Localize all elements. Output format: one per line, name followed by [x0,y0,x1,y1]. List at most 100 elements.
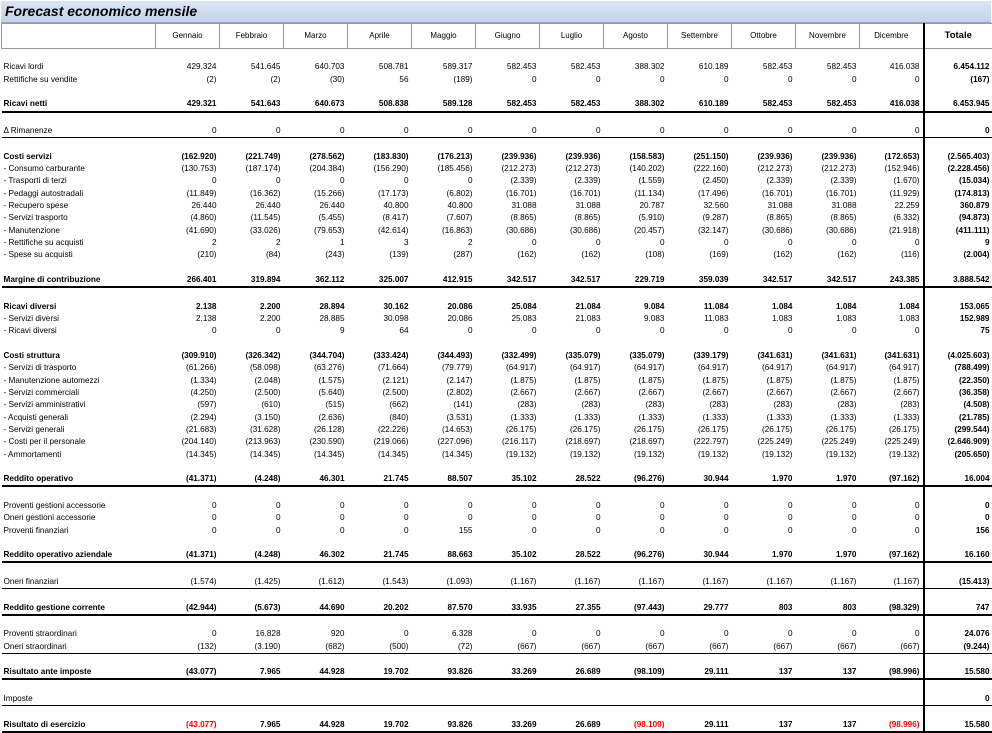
value-cell: (16.701) [540,188,604,200]
total-cell: (174.813) [924,188,992,200]
value-cell: 803 [796,601,860,614]
empty-cell [348,562,412,575]
value-cell: (222.797) [668,436,732,448]
value-cell: 33.269 [476,718,540,731]
empty-cell [476,287,540,300]
row-label: - Ricavi diversi [2,325,156,337]
value-cell: 1.083 [796,313,860,325]
row-label: Costi struttura [2,350,156,362]
total-cell: (4.025.603) [924,350,992,362]
value-cell: 19.702 [348,718,412,731]
value-cell: 35.102 [476,549,540,562]
value-cell: (31.628) [220,424,284,436]
empty-cell [476,486,540,499]
total-cell: 152.989 [924,313,992,325]
table-row: Reddito gestione corrente(42.944)(5.673)… [2,601,992,614]
empty-cell [604,338,668,350]
value-cell: 0 [412,512,476,524]
value-cell [668,693,732,706]
total-cell: (22.350) [924,375,992,387]
total-cell: (15.413) [924,576,992,589]
value-cell: (341.631) [860,350,924,362]
value-cell: 640.703 [284,61,348,73]
value-cell: (98.109) [604,666,668,679]
empty-cell [732,49,796,62]
table-row: Proventi finanziari00001550000000156 [2,524,992,536]
value-cell: (26.175) [540,424,604,436]
value-cell: 0 [348,175,412,187]
value-cell: 0 [220,524,284,536]
table-row: Rettifiche su vendite(2)(2)(30)56(189)00… [2,74,992,86]
value-cell: 137 [796,718,860,731]
value-cell: (64.917) [796,362,860,374]
empty-cell [860,138,924,151]
table-row: Ricavi netti429.321541.643640.673508.838… [2,98,992,111]
blank-row [2,562,992,575]
value-cell: (2.339) [796,175,860,187]
table-row: - Ricavi diversi009640000000075 [2,325,992,337]
value-cell: (225.249) [796,436,860,448]
empty-cell [284,679,348,692]
row-label: Risultato di esercizio [2,718,156,731]
value-cell: 0 [668,74,732,86]
row-label: Ricavi netti [2,98,156,111]
value-cell: 0 [668,125,732,138]
value-cell: (667) [604,640,668,653]
value-cell: 0 [796,628,860,640]
value-cell: (2.294) [156,412,220,424]
total-cell: 0 [924,500,992,512]
empty-cell [796,562,860,575]
value-cell: (221.749) [220,151,284,163]
empty-cell [220,679,284,692]
value-cell: (682) [284,640,348,653]
value-cell: 27.355 [540,601,604,614]
value-cell: (79.653) [284,225,348,237]
row-label: - Trasporti di terzi [2,175,156,187]
value-cell: (278.562) [284,151,348,163]
value-cell: (1.334) [156,375,220,387]
value-cell: 20.787 [604,200,668,212]
value-cell: (3.531) [412,412,476,424]
value-cell: 362.112 [284,274,348,287]
value-cell: (19.132) [732,449,796,461]
value-cell: 7.965 [220,718,284,731]
row-label: - Ammortamenti [2,449,156,461]
value-cell: 31.088 [732,200,796,212]
value-cell: (1.543) [348,576,412,589]
value-cell: 137 [732,666,796,679]
value-cell: 0 [540,628,604,640]
value-cell: 20.086 [412,313,476,325]
value-cell: 30.944 [668,473,732,486]
empty-cell [220,287,284,300]
empty-cell [732,615,796,628]
empty-cell [412,86,476,98]
empty-cell [156,49,220,62]
empty-cell [2,486,156,499]
empty-cell [412,112,476,125]
empty-cell [668,138,732,151]
value-cell: 342.517 [476,274,540,287]
table-row: Margine di contribuzione266.401319.89436… [2,274,992,287]
value-cell: (239.936) [796,151,860,163]
value-cell: (4.248) [220,549,284,562]
empty-cell [924,338,992,350]
value-cell: (21.683) [156,424,220,436]
blank-row [2,615,992,628]
value-cell: 40.800 [348,200,412,212]
empty-cell [348,49,412,62]
value-cell: (204.384) [284,163,348,175]
value-cell: (1.875) [476,375,540,387]
value-cell: 32.560 [668,200,732,212]
value-cell: 582.453 [732,61,796,73]
value-cell: 0 [732,125,796,138]
value-cell: (152.946) [860,163,924,175]
value-cell [412,693,476,706]
row-label: Rettifiche su vendite [2,74,156,86]
value-cell: (169) [668,249,732,261]
value-cell: (2.667) [604,387,668,399]
value-cell: (97.162) [860,549,924,562]
empty-cell [668,653,732,666]
value-cell: (1.875) [860,375,924,387]
empty-cell [220,589,284,602]
value-cell: (98.996) [860,666,924,679]
